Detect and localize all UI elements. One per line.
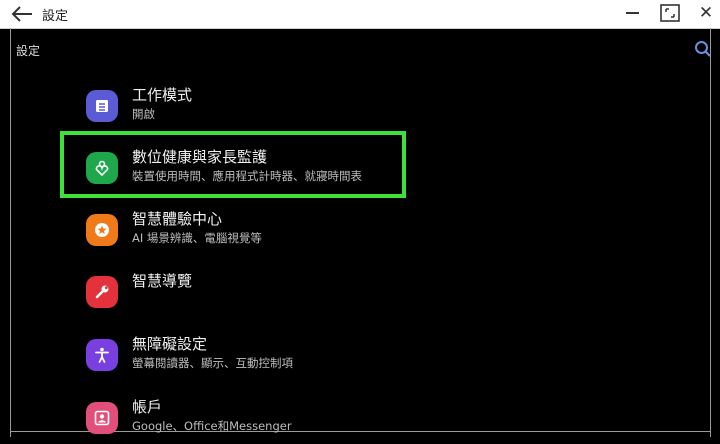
wrench-icon: [86, 276, 118, 308]
account-icon: [86, 402, 118, 434]
item-subtitle: AI 場景辨識、電腦視覺等: [132, 231, 262, 245]
item-title: 工作模式: [132, 86, 193, 104]
back-arrow-icon[interactable]: [10, 4, 34, 24]
item-subtitle: Google、Office和Messenger: [132, 419, 292, 433]
title-bar: 設定 ✕: [0, 0, 720, 29]
settings-item-accessibility[interactable]: 無障礙設定 螢幕閱讀器、顯示、互動控制項: [86, 333, 416, 381]
page-title: 設定: [16, 44, 41, 58]
item-title: 智慧導覽: [132, 272, 193, 290]
search-icon[interactable]: [694, 40, 712, 58]
item-title: 智慧體驗中心: [132, 210, 223, 228]
settings-item-work-mode[interactable]: 工作模式 開啟: [86, 84, 416, 132]
item-title: 無障礙設定: [132, 335, 208, 353]
settings-item-smart-guide[interactable]: 智慧導覽: [86, 270, 416, 318]
item-title: 帳戶: [132, 398, 163, 416]
item-subtitle: 裝置使用時間、應用程式計時器、就寢時間表: [132, 169, 362, 183]
item-title: 數位健康與家長監護: [132, 148, 268, 166]
item-subtitle: 螢幕閱讀器、顯示、互動控制項: [132, 356, 293, 370]
star-icon: [86, 214, 118, 246]
settings-item-digital-wellbeing[interactable]: 數位健康與家長監護 裝置使用時間、應用程式計時器、就寢時間表: [86, 146, 416, 194]
item-subtitle: 開啟: [132, 107, 155, 121]
frame-left: [10, 28, 11, 437]
frame-right: [710, 28, 711, 437]
minimize-icon[interactable]: [626, 12, 639, 14]
window-title: 設定: [42, 9, 69, 24]
close-icon[interactable]: ✕: [698, 4, 714, 22]
digital-wellbeing-icon: [86, 152, 118, 184]
maximize-icon[interactable]: [660, 4, 680, 22]
accessibility-icon: [86, 339, 118, 371]
settings-item-smart-experience[interactable]: 智慧體驗中心 AI 場景辨識、電腦視覺等: [86, 208, 416, 256]
work-mode-icon: [86, 90, 118, 122]
